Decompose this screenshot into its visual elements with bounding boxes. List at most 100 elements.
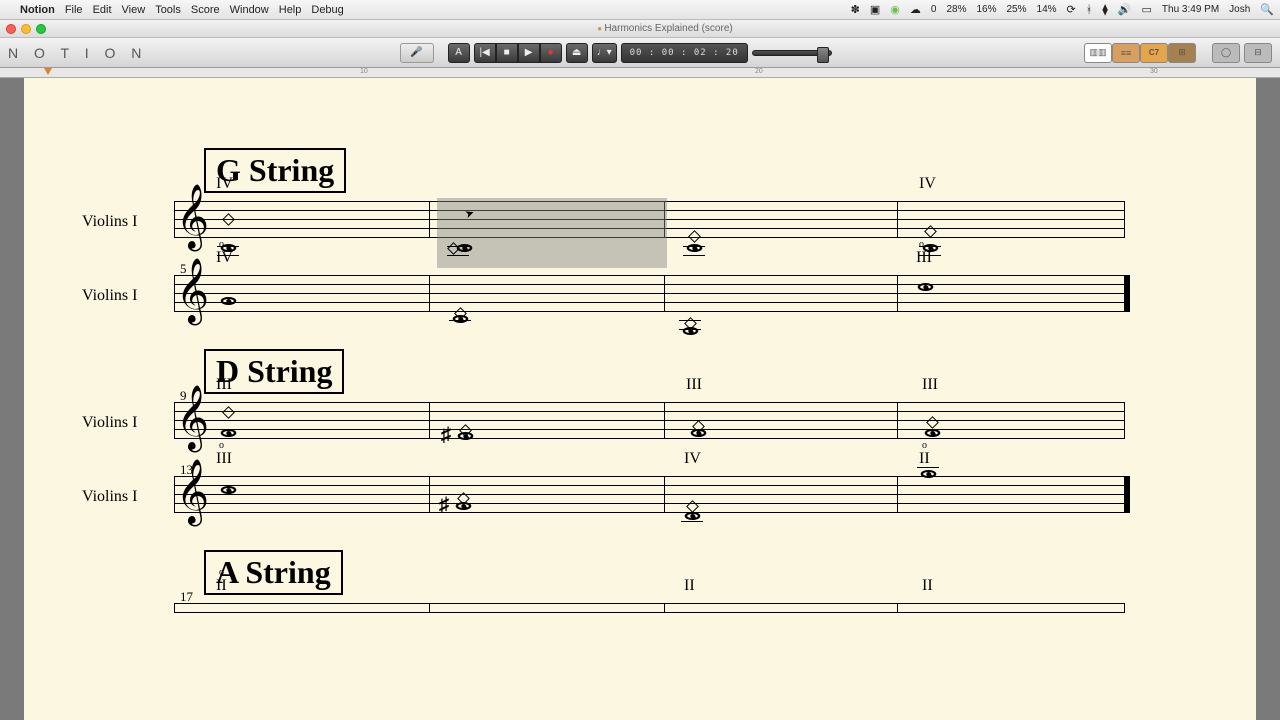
harmonic-circle: o (219, 567, 224, 578)
part-label: Violins I (82, 287, 137, 305)
tempo-button[interactable]: ♩▾ (592, 43, 617, 63)
playhead-marker[interactable] (44, 68, 52, 75)
string-marking: III (916, 249, 932, 267)
drum-pad-button[interactable]: ⊞ (1168, 43, 1196, 63)
whole-note[interactable] (456, 502, 472, 510)
barline (897, 201, 898, 238)
play-button[interactable]: ▶ (518, 43, 540, 63)
menu-debug[interactable]: Debug (311, 4, 343, 16)
staff-system[interactable]: 9Violins I𝄞IIIIIIIII♯ (74, 402, 1206, 438)
sharp-accidental: ♯ (441, 424, 451, 447)
string-marking: IV (216, 249, 233, 267)
whole-note[interactable] (221, 297, 237, 305)
staff-system[interactable]: 13Violins I𝄞IIIoIVIIo♯ (74, 476, 1206, 512)
rewind-button[interactable]: |◀ (474, 43, 496, 63)
barline (1124, 603, 1125, 613)
close-window-button[interactable] (6, 24, 16, 34)
zoom-window-button[interactable] (36, 24, 46, 34)
score-page[interactable]: G StringViolins I𝄞➤IVIV5Violins I𝄞IVoIII… (24, 78, 1256, 720)
stop-button[interactable]: ■ (496, 43, 518, 63)
whole-note[interactable] (921, 470, 937, 478)
menu-tools[interactable]: Tools (155, 4, 181, 16)
menu-window[interactable]: Window (230, 4, 269, 16)
window-titlebar: Harmonics Explained (score) (0, 20, 1280, 38)
whole-note[interactable] (683, 327, 699, 335)
menu-edit[interactable]: Edit (93, 4, 112, 16)
barline (664, 402, 665, 439)
whole-note[interactable] (221, 429, 237, 437)
app-menu[interactable]: Notion (20, 4, 55, 16)
whole-note[interactable] (457, 244, 473, 252)
mixer-button[interactable]: ◯ (1212, 43, 1240, 63)
volume-slider[interactable] (752, 50, 832, 56)
text-tool-button[interactable]: A (448, 43, 470, 63)
status-sync-icon: ⟳ (1067, 3, 1076, 16)
barline (429, 201, 430, 238)
menu-score[interactable]: Score (191, 4, 220, 16)
whole-note[interactable] (685, 512, 701, 520)
status-pct1: 0 (931, 4, 937, 15)
app-brand: N O T I O N (8, 45, 147, 61)
menu-help[interactable]: Help (279, 4, 302, 16)
timeline-ruler[interactable]: 10 20 30 (0, 68, 1280, 78)
string-marking: III (686, 376, 702, 394)
barline (1124, 201, 1125, 238)
score-viewport[interactable]: G StringViolins I𝄞➤IVIV5Violins I𝄞IVoIII… (0, 78, 1280, 720)
whole-note[interactable] (453, 315, 469, 323)
whole-note[interactable] (458, 432, 474, 440)
part-label: Violins I (82, 213, 137, 231)
spotlight-icon[interactable]: 🔍 (1260, 3, 1274, 16)
chord-library-button[interactable]: C7 (1140, 43, 1168, 63)
volume-icon: 🔊 (1118, 3, 1132, 16)
whole-note[interactable] (925, 429, 941, 437)
timecode-display: 00 : 00 : 02 : 20 (621, 43, 748, 63)
clock: Thu 3:49 PM (1162, 4, 1219, 15)
menu-view[interactable]: View (122, 4, 146, 16)
ledger-line (681, 521, 703, 522)
settings-button[interactable]: ⊟ (1244, 43, 1272, 63)
minimize-window-button[interactable] (21, 24, 31, 34)
barline (174, 201, 175, 238)
harmonic-circle: o (219, 239, 224, 250)
treble-clef: 𝄞 (176, 464, 209, 520)
status-pct2: 28% (946, 4, 966, 15)
string-marking: IV (919, 175, 936, 193)
barline (429, 603, 430, 613)
conductor-button[interactable]: 🎤 (400, 43, 434, 63)
barline (897, 476, 898, 513)
treble-clef: 𝄞 (176, 263, 209, 319)
menu-file[interactable]: File (65, 4, 83, 16)
whole-note[interactable] (687, 244, 703, 252)
whole-note[interactable] (221, 486, 237, 494)
status-pct5: 14% (1037, 4, 1057, 15)
barline (429, 402, 430, 439)
user-name[interactable]: Josh (1229, 4, 1250, 15)
app-toolbar: N O T I O N 🎤 A |◀ ■ ▶ ● ⏏ ♩▾ 00 : 00 : … (0, 38, 1280, 68)
status-video-icon: ▣ (870, 3, 880, 16)
barline (1124, 476, 1130, 513)
metronome-button[interactable]: ⏏ (566, 43, 588, 63)
mac-menubar: Notion File Edit View Tools Score Window… (0, 0, 1280, 20)
staff-system[interactable]: 17IIoIIII (74, 603, 1206, 613)
barline (429, 476, 430, 513)
barline (897, 402, 898, 439)
whole-note[interactable] (918, 283, 934, 291)
status-cloud-icon: ☁ (910, 3, 921, 16)
harmonic-circle: o (922, 440, 927, 451)
barline (174, 275, 175, 312)
whole-note[interactable] (691, 429, 707, 437)
status-pct4: 25% (1007, 4, 1027, 15)
string-marking: IV (216, 175, 233, 193)
barline (1124, 402, 1125, 439)
piano-keyboard-button[interactable]: ▥▥ (1084, 43, 1112, 63)
status-evernote-icon: ◉ (890, 3, 900, 16)
sharp-accidental: ♯ (439, 494, 449, 517)
staff-system[interactable]: 5Violins I𝄞IVoIIIo (74, 275, 1206, 311)
staff-system[interactable]: Violins I𝄞➤IVIV (74, 201, 1206, 237)
harmonic-circle: o (919, 239, 924, 250)
record-button[interactable]: ● (540, 43, 562, 63)
barline (897, 275, 898, 312)
guitar-fretboard-button[interactable]: ≡≡ (1112, 43, 1140, 63)
treble-clef: 𝄞 (176, 390, 209, 446)
string-marking: IV (684, 450, 701, 468)
